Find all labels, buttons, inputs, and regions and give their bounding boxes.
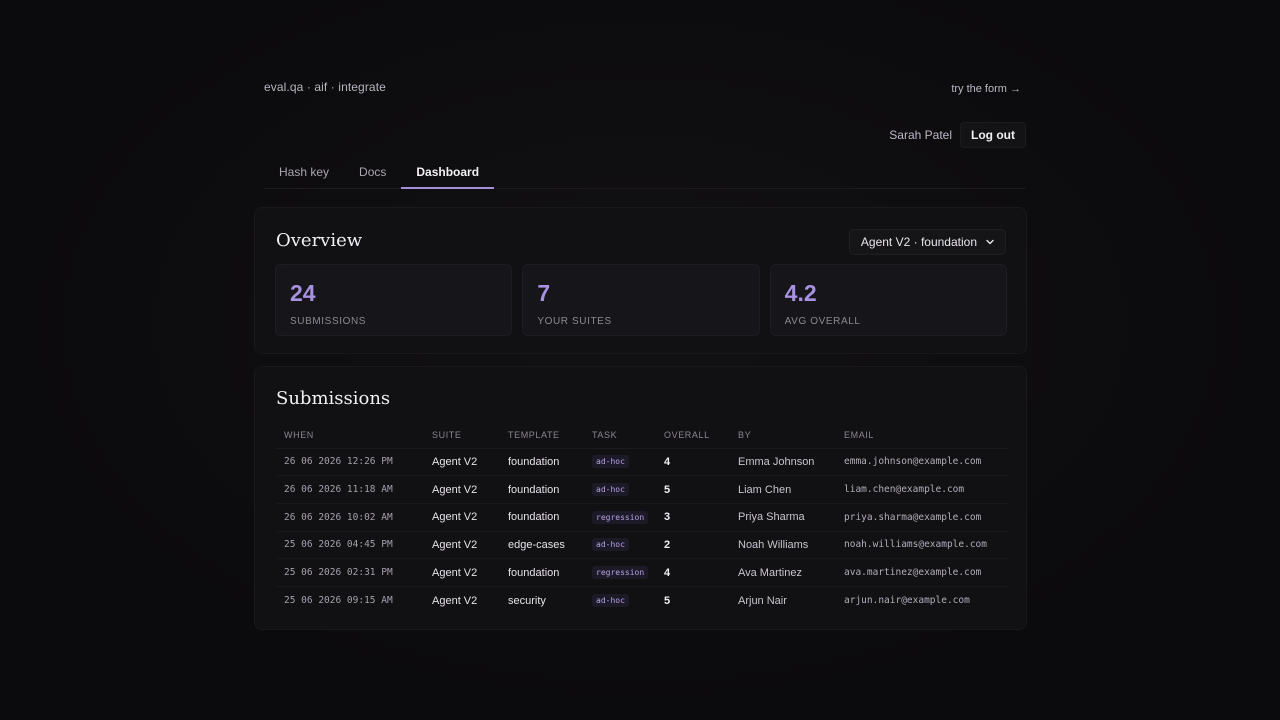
table-row[interactable]: 25 06 2026 04:45 PM Agent V2 edge-cases ad-… — [276, 531, 1008, 560]
cell-task: ad-hoc — [584, 531, 656, 560]
cell-email: arjun.nair@example.com — [844, 595, 970, 607]
chevron-down-icon — [986, 239, 994, 245]
page: eval.qa · aif · integrate try the form →… — [0, 0, 1280, 720]
stat-value: 4.2 — [784, 280, 817, 306]
suite-select[interactable]: Agent V2 · foundation — [848, 229, 1006, 255]
submissions-card: Submissions WHEN SUITE TEMPLATE TASK OVE… — [254, 366, 1027, 630]
column-header-by[interactable]: BY — [730, 423, 836, 449]
suite-select-value: Agent V2 · foundation — [860, 235, 977, 249]
column-header-task[interactable]: TASK — [584, 423, 656, 449]
cell-task: regression — [584, 503, 656, 532]
stat-value: 7 — [537, 280, 551, 306]
cell-template: security — [508, 594, 546, 607]
cell-by: Ava Martinez — [730, 558, 836, 587]
cell-email: emma.johnson@example.com — [836, 448, 1008, 477]
cell-by: Arjun Nair — [738, 594, 787, 607]
cell-by: Priya Sharma — [730, 503, 836, 532]
cell-email: liam.chen@example.com — [836, 475, 1008, 504]
cell-email: priya.sharma@example.com — [836, 503, 1008, 532]
stat-label: SUBMISSIONS — [290, 316, 367, 327]
cell-when: 25 06 2026 04:45 PM — [276, 531, 424, 560]
submissions-table: WHEN SUITE TEMPLATE TASK OVERALL BY EMAI… — [276, 423, 1008, 614]
cell-when: 26 06 2026 11:18 AM — [276, 475, 424, 504]
table-row[interactable]: 26 06 2026 12:26 PM Agent V2 foundation ad-… — [276, 448, 1008, 477]
cell-email: noah.williams@example.com — [836, 531, 1008, 560]
submissions-title: Submissions — [276, 388, 391, 409]
cell-when: 26 06 2026 12:26 PM — [276, 448, 424, 477]
cell-overall: 4 — [656, 448, 730, 477]
logout-button[interactable]: Log out — [960, 122, 1026, 148]
try-form-link[interactable]: try the form → — [951, 83, 1021, 95]
stat-label: YOUR SUITES — [537, 316, 612, 327]
cell-template: edge-cases — [500, 531, 584, 560]
cell-template: foundation — [500, 475, 584, 504]
cell-when: 25 06 2026 02:31 PM — [276, 558, 424, 587]
cell-when: 26 06 2026 10:02 AM — [276, 503, 424, 532]
table-row[interactable]: 26 06 2026 10:02 AM Agent V2 foundation reg… — [276, 503, 1008, 532]
tab-hash-key[interactable]: Hash key — [264, 158, 344, 189]
table-row[interactable]: 26 06 2026 11:18 AM Agent V2 foundation ad-… — [276, 475, 1008, 504]
task-badge: ad-hoc — [592, 455, 629, 469]
column-header-suite[interactable]: SUITE — [424, 423, 500, 449]
cell-suite: Agent V2 — [424, 448, 500, 477]
stat-your-suites: 7 YOUR SUITES — [522, 264, 760, 336]
cell-template: foundation — [500, 448, 584, 477]
cell-by: Emma Johnson — [730, 448, 836, 477]
task-badge: ad-hoc — [592, 538, 629, 552]
cell-email: ava.martinez@example.com — [836, 558, 1008, 587]
cell-suite: Agent V2 — [424, 503, 500, 532]
cell-overall: 3 — [656, 503, 730, 532]
stat-submissions: 24 SUBMISSIONS — [275, 264, 513, 336]
overview-title: Overview — [276, 230, 363, 251]
tab-docs[interactable]: Docs — [344, 158, 401, 189]
brand-breadcrumb[interactable]: eval.qa · aif · integrate — [264, 80, 386, 94]
user-bar: Sarah Patel Log out — [889, 122, 1026, 148]
task-badge: ad-hoc — [592, 483, 629, 497]
cell-task: ad-hoc — [584, 475, 656, 504]
cell-overall: 5 — [664, 594, 671, 607]
column-header-overall[interactable]: OVERALL — [656, 423, 730, 449]
column-header-when[interactable]: WHEN — [276, 423, 424, 449]
cell-by: Liam Chen — [730, 475, 836, 504]
cell-template: foundation — [500, 503, 584, 532]
task-badge: regression — [592, 566, 649, 580]
table-row[interactable]: 25 06 2026 02:31 PM Agent V2 foundation reg… — [276, 558, 1008, 587]
cell-suite: Agent V2 — [424, 558, 500, 587]
column-header-email[interactable]: EMAIL — [836, 423, 1008, 449]
cell-task: ad-hoc — [584, 586, 656, 614]
cell-suite: Agent V2 — [424, 475, 500, 504]
cell-overall: 4 — [656, 558, 730, 587]
column-header-template[interactable]: TEMPLATE — [500, 423, 584, 449]
cell-overall: 5 — [656, 475, 730, 504]
stat-avg-overall: 4.2 AVG OVERALL — [769, 264, 1007, 336]
cell-suite: Agent V2 — [424, 531, 500, 560]
cell-when: 25 06 2026 09:15 AM — [284, 595, 393, 607]
cell-overall: 2 — [656, 531, 730, 560]
tab-dashboard[interactable]: Dashboard — [401, 158, 495, 189]
cell-template: foundation — [500, 558, 584, 587]
stats-row: 24 SUBMISSIONS 7 YOUR SUITES 4.2 AVG OVE… — [275, 264, 1007, 336]
cell-by: Noah Williams — [730, 531, 836, 560]
table-header-row: WHEN SUITE TEMPLATE TASK OVERALL BY EMAI… — [276, 423, 1008, 449]
cell-task: ad-hoc — [584, 448, 656, 477]
user-name: Sarah Patel — [889, 128, 953, 142]
overview-card: Overview Agent V2 · foundation 24 SUBMIS… — [254, 207, 1027, 354]
task-badge: ad-hoc — [592, 594, 629, 608]
table-row[interactable]: 25 06 2026 09:15 AM Agent V2 security ad-ho… — [276, 586, 1008, 614]
stat-value: 24 — [290, 280, 316, 306]
cell-suite: Agent V2 — [432, 594, 478, 607]
stat-label: AVG OVERALL — [784, 316, 861, 327]
cell-task: regression — [584, 558, 656, 587]
task-badge: regression — [592, 510, 649, 524]
tab-bar: Hash key Docs Dashboard — [264, 158, 1026, 189]
